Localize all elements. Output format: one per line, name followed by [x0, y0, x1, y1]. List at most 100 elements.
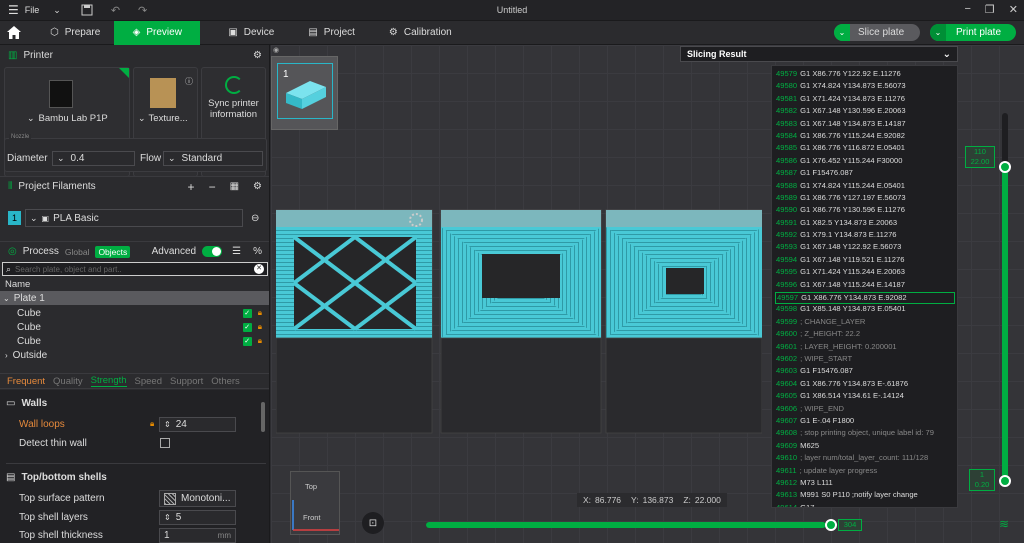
- advanced-switch[interactable]: [202, 246, 223, 257]
- lock-icon[interactable]: 🔒︎: [150, 419, 154, 429]
- gcode-line[interactable]: 49580 G1 X74.824 Y134.873 E.56073: [775, 81, 957, 93]
- global-toggle[interactable]: Global: [65, 247, 90, 257]
- search-input[interactable]: Search plate, object and part..: [15, 265, 122, 274]
- gcode-line[interactable]: 49611; update layer progress: [775, 466, 957, 478]
- tab-quality[interactable]: Quality: [53, 376, 83, 387]
- stepper-icon[interactable]: ⇕: [164, 420, 171, 429]
- gcode-line[interactable]: 49608; stop printing object, unique labe…: [775, 428, 957, 440]
- cube-3-layer[interactable]: [605, 209, 762, 434]
- tab-support[interactable]: Support: [170, 376, 203, 387]
- list-icon[interactable]: ☰: [232, 246, 241, 257]
- gcode-line[interactable]: 49587 G1 F15476.087: [775, 168, 957, 180]
- layer-slider-top-handle[interactable]: [999, 161, 1011, 173]
- slice-plate-button[interactable]: ⌄ Slice plate: [834, 24, 920, 41]
- gcode-line[interactable]: 49607 G1 E-.04 F1800: [775, 416, 957, 428]
- gcode-line[interactable]: 49583 G1 X67.148 Y134.873 E.14187: [775, 119, 957, 131]
- fit-view-button[interactable]: ⊡: [362, 512, 384, 534]
- gcode-line[interactable]: 49592 G1 X79.1 Y134.873 E.11276: [775, 230, 957, 242]
- gcode-line[interactable]: 49601; LAYER_HEIGHT: 0.200001: [775, 342, 957, 354]
- tab-preview[interactable]: ◈ Preview: [114, 20, 201, 45]
- filament-remove-icon[interactable]: ⊖: [251, 213, 259, 224]
- object-search-field[interactable]: ⌕ Search plate, object and part.. ✕: [2, 262, 268, 276]
- tab-frequent[interactable]: Frequent: [7, 376, 45, 387]
- maximize-icon[interactable]: ❐: [985, 3, 995, 16]
- gcode-line[interactable]: 49600; Z_HEIGHT: 22.2: [775, 329, 957, 341]
- gcode-panel[interactable]: 49579 G1 X86.776 Y122.92 E.11276 49580 G1 X…: [771, 65, 958, 508]
- gcode-line[interactable]: 49585 G1 X86.776 Y116.872 E.05401: [775, 143, 957, 155]
- gcode-line[interactable]: 49581 G1 X71.424 Y134.873 E.11276: [775, 94, 957, 106]
- gcode-line[interactable]: 49588 G1 X74.824 Y115.244 E.05401: [775, 181, 957, 193]
- tab-calibration[interactable]: ⚙ Calibration: [375, 21, 466, 45]
- redo-icon[interactable]: ↷: [138, 4, 147, 17]
- chevron-down-icon[interactable]: ⌄: [138, 113, 146, 124]
- detect-thin-wall-checkbox[interactable]: [160, 438, 170, 448]
- cube-1-layer[interactable]: [276, 209, 433, 434]
- chevron-down-icon[interactable]: ⌄: [27, 113, 35, 124]
- home-icon[interactable]: [0, 21, 28, 45]
- gcode-line[interactable]: 49586 G1 X76.452 Y115.244 F30000: [775, 156, 957, 168]
- collapse-icon[interactable]: ⌄: [943, 49, 951, 60]
- gcode-line[interactable]: 49602; WIPE_START: [775, 354, 957, 366]
- layer-slider[interactable]: [999, 113, 1011, 487]
- diameter-select[interactable]: ⌄ 0.4: [52, 151, 135, 166]
- undo-icon[interactable]: ↶: [111, 4, 120, 17]
- lock-icon[interactable]: 🔒︎: [258, 336, 262, 346]
- check-icon[interactable]: ✓: [242, 308, 252, 318]
- outside-row[interactable]: › Outside: [0, 348, 269, 362]
- gcode-line[interactable]: 49590 G1 X86.776 Y130.596 E.11276: [775, 205, 957, 217]
- gcode-line[interactable]: 49603 G1 F15476.087: [775, 366, 957, 378]
- gcode-line[interactable]: 49584 G1 X86.776 Y115.244 E.92082: [775, 131, 957, 143]
- print-dropdown-icon[interactable]: ⌄: [930, 24, 946, 41]
- clear-search-icon[interactable]: ✕: [254, 264, 264, 274]
- gcode-line[interactable]: 49579 G1 X86.776 Y122.92 E.11276: [775, 69, 957, 81]
- top-shell-layers-input[interactable]: ⇕ 5: [159, 510, 236, 525]
- gcode-line[interactable]: 49606; WIPE_END: [775, 404, 957, 416]
- tab-project[interactable]: ▤ Project: [294, 21, 369, 45]
- menu-icon[interactable]: ☰: [8, 3, 19, 17]
- wall-loops-input[interactable]: ⇕ 24: [159, 417, 236, 432]
- tab-speed[interactable]: Speed: [135, 376, 162, 387]
- gcode-line[interactable]: 49599; CHANGE_LAYER: [775, 317, 957, 329]
- plate-thumbnail[interactable]: 1: [271, 56, 338, 130]
- minimize-icon[interactable]: −: [964, 3, 970, 16]
- close-icon[interactable]: ✕: [1009, 3, 1018, 16]
- tab-device[interactable]: ▣ Device: [214, 21, 288, 45]
- stepper-icon[interactable]: ⇕: [164, 513, 171, 522]
- add-filament-icon[interactable]: +: [188, 180, 195, 194]
- gcode-line[interactable]: 49604 G1 X86.776 Y134.873 E-.61876: [775, 379, 957, 391]
- flow-select[interactable]: ⌄ Standard: [163, 151, 263, 166]
- lock-icon[interactable]: 🔒︎: [258, 322, 262, 332]
- move-slider-handle[interactable]: [825, 519, 837, 531]
- tab-prepare[interactable]: ⬡ Prepare: [36, 21, 114, 45]
- chevron-down-icon[interactable]: ⌄: [53, 5, 61, 16]
- tab-strength[interactable]: Strength: [90, 375, 127, 387]
- gcode-line[interactable]: 49593 G1 X67.148 Y122.92 E.56073: [775, 242, 957, 254]
- layers-icon[interactable]: ≋: [999, 517, 1009, 531]
- filament-sync-icon[interactable]: ▦: [230, 181, 239, 192]
- slice-dropdown-icon[interactable]: ⌄: [834, 24, 850, 41]
- filament-row[interactable]: 1 ⌄ ▣ PLA Basic ⊖: [8, 209, 266, 227]
- lock-icon[interactable]: 🔒︎: [258, 308, 262, 318]
- object-row[interactable]: Cube ✓ 🔒︎: [0, 320, 269, 334]
- tab-others[interactable]: Others: [211, 376, 240, 387]
- gcode-line[interactable]: 49589 G1 X86.776 Y127.197 E.56073: [775, 193, 957, 205]
- percent-icon[interactable]: %: [253, 246, 262, 257]
- edit-corner-icon[interactable]: [119, 68, 129, 78]
- gcode-line[interactable]: 49614 G17: [775, 503, 957, 507]
- chevron-right-icon[interactable]: ›: [5, 351, 8, 360]
- gcode-line[interactable]: 49609 M625: [775, 441, 957, 453]
- sliced-objects[interactable]: [276, 208, 762, 438]
- slicing-result-header[interactable]: Slicing Result ⌄: [680, 46, 958, 62]
- info-icon[interactable]: ⓘ: [185, 76, 193, 87]
- gcode-line[interactable]: 49596 G1 X67.148 Y115.244 E.14187: [775, 280, 957, 292]
- layer-slider-bottom-handle[interactable]: [999, 475, 1011, 487]
- gcode-line[interactable]: 49612 M73 L111: [775, 478, 957, 490]
- move-slider[interactable]: [426, 519, 837, 531]
- check-icon[interactable]: ✓: [242, 336, 252, 346]
- object-row[interactable]: Cube ✓ 🔒︎: [0, 334, 269, 348]
- object-row[interactable]: Cube ✓ 🔒︎: [0, 306, 269, 320]
- gcode-line[interactable]: 49594 G1 X67.148 Y119.521 E.11276: [775, 255, 957, 267]
- remove-filament-icon[interactable]: −: [209, 180, 216, 194]
- gcode-line[interactable]: 49610; layer num/total_layer_count: 111/…: [775, 453, 957, 465]
- view-cube[interactable]: Top Front: [290, 471, 340, 535]
